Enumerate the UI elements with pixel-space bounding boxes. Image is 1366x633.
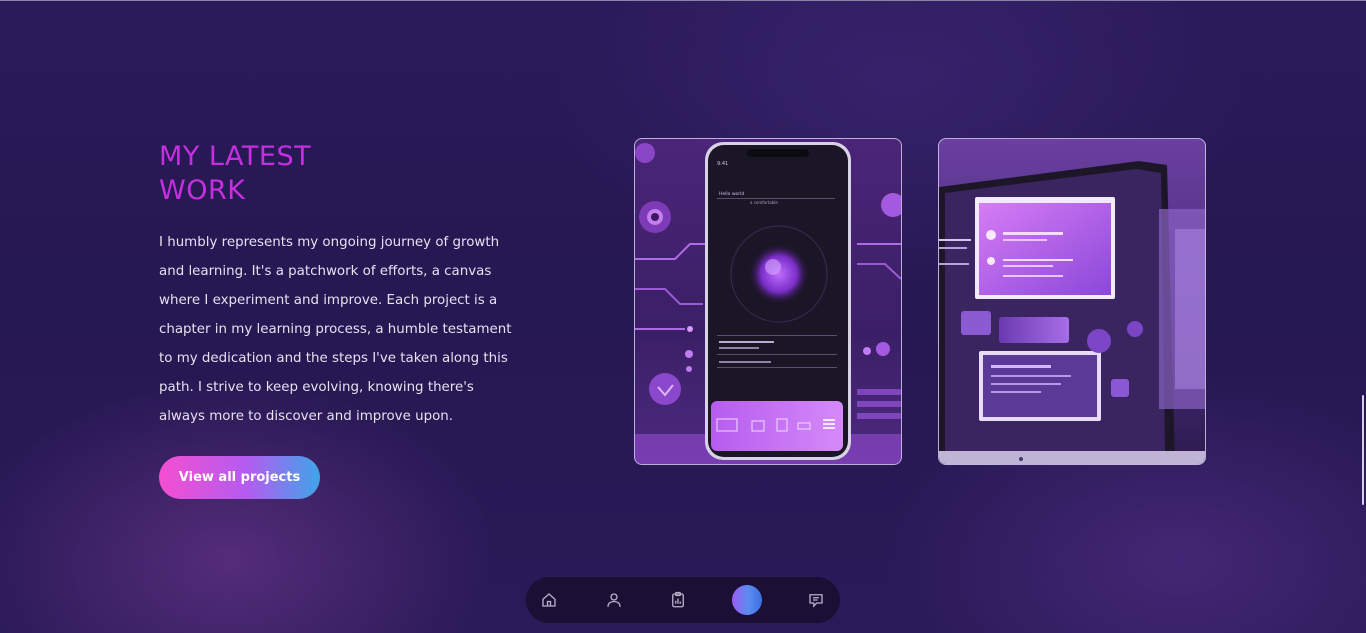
nav-home-button[interactable]	[535, 586, 563, 614]
phone-subtitle: a comfortable	[750, 200, 778, 205]
chat-icon	[809, 594, 823, 608]
top-divider	[0, 0, 1366, 1]
nav-resume-button[interactable]	[664, 586, 692, 614]
web-dashboard-illustration	[939, 161, 1205, 464]
user-icon	[607, 593, 621, 607]
view-all-projects-button[interactable]: View all projects	[159, 456, 320, 499]
bottom-nav-dock	[526, 577, 840, 623]
section-description: I humbly represents my ongoing journey o…	[159, 235, 512, 424]
clipboard-chart-icon	[672, 591, 684, 608]
page-scrollbar[interactable]	[1362, 395, 1364, 505]
heading-line-1: MY LATEST	[159, 141, 312, 172]
nav-about-button[interactable]	[600, 586, 628, 614]
phone-status-time: 9:41	[717, 161, 728, 167]
heading-line-2: WORK	[159, 175, 246, 206]
phone-title: Hello world	[719, 191, 744, 197]
mobile-app-illustration: 9:41 Hello world a comfortable	[635, 142, 901, 464]
nav-work-button-active[interactable]	[732, 585, 762, 615]
home-icon	[542, 593, 556, 607]
project-card-mobile-app[interactable]: 9:41 Hello world a comfortable	[634, 138, 902, 465]
section-heading: MY LATEST WORK	[159, 140, 419, 208]
nav-contact-button[interactable]	[802, 586, 830, 614]
project-card-web-dashboard[interactable]	[938, 138, 1206, 465]
